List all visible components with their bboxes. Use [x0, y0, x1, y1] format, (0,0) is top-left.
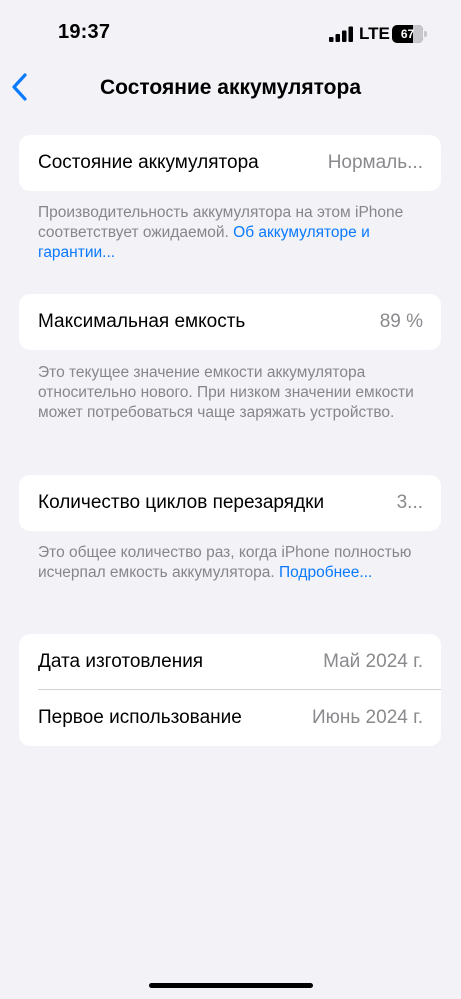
battery-percent: 67: [400, 27, 415, 41]
manufacture-date-row: Дата изготовления Май 2024 г.: [19, 634, 441, 690]
maximum-capacity-row: Максимальная емкость 89 %: [19, 294, 441, 350]
battery-health-card: Состояние аккумулятора Нормаль...: [19, 135, 441, 191]
battery-cap: [424, 31, 427, 37]
maximum-capacity-footnote: Это текущее значение емкости аккумулятор…: [38, 363, 418, 423]
cellular-signal-icon: [329, 26, 353, 42]
maximum-capacity-value: 89 %: [379, 311, 423, 332]
maximum-capacity-footnote-text: Это текущее значение емкости аккумулятор…: [38, 364, 414, 421]
battery-health-footnote: Производительность аккумулятора на этом …: [38, 203, 418, 263]
status-bar: 19:37 LTE 67: [0, 0, 461, 62]
battery-health-value: Нормаль...: [327, 152, 423, 173]
network-type: LTE: [359, 24, 390, 43]
battery-icon: 67: [392, 25, 428, 43]
navigation-bar: Состояние аккумулятора: [0, 62, 461, 114]
manufacture-date-value: Май 2024 г.: [323, 651, 423, 672]
learn-more-link[interactable]: Подробнее...: [279, 564, 372, 581]
cycle-count-label: Количество циклов перезарядки: [38, 492, 325, 513]
battery-body: 67: [392, 25, 423, 43]
first-use-row: Первое использование Июнь 2024 г.: [19, 690, 441, 746]
first-use-value: Июнь 2024 г.: [311, 707, 423, 728]
manufacture-date-label: Дата изготовления: [38, 651, 204, 672]
maximum-capacity-card: Максимальная емкость 89 %: [19, 294, 441, 350]
cycle-count-card: Количество циклов перезарядки 3...: [19, 475, 441, 531]
battery-health-label: Состояние аккумулятора: [38, 152, 259, 173]
cycle-count-row: Количество циклов перезарядки 3...: [19, 475, 441, 531]
cycle-count-value: 3...: [396, 492, 423, 513]
first-use-label: Первое использование: [38, 707, 242, 728]
maximum-capacity-label: Максимальная емкость: [38, 311, 246, 332]
cycle-count-footnote: Это общее количество раз, когда iPhone п…: [38, 543, 418, 583]
page-title: Состояние аккумулятора: [99, 76, 361, 99]
battery-health-row[interactable]: Состояние аккумулятора Нормаль...: [19, 135, 441, 191]
status-time: 19:37: [58, 21, 111, 43]
battery-dates-card: Дата изготовления Май 2024 г. Первое исп…: [19, 634, 441, 746]
home-indicator: [149, 983, 313, 988]
